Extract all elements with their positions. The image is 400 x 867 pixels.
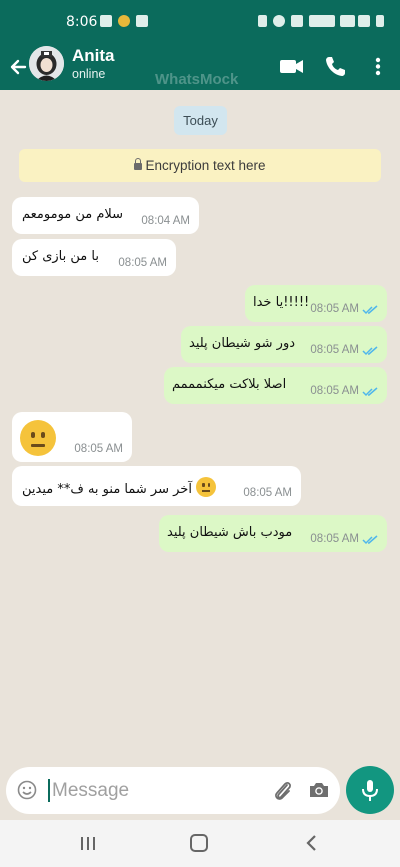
read-ticks-icon	[362, 387, 378, 397]
microphone-icon	[362, 780, 378, 801]
message-time: 08:05 AM	[243, 487, 292, 499]
home-icon[interactable]	[190, 834, 208, 852]
neutral-face-emoji-icon	[20, 420, 56, 456]
volte-icon	[340, 15, 355, 27]
lock-icon	[134, 158, 143, 170]
message-time: 08:05 AM	[310, 303, 359, 315]
gallery-notification-icon	[100, 15, 112, 27]
message-bubble-outgoing[interactable]: اصلا بلاکت میکنمممم 08:05 AM	[164, 367, 387, 404]
message-time: 08:05 AM	[310, 533, 359, 545]
neutral-face-emoji-icon	[196, 477, 217, 497]
read-ticks-icon	[362, 535, 378, 545]
message-text: دور شو شیطان پلید	[189, 336, 296, 351]
back-nav-icon[interactable]	[304, 834, 318, 852]
message-time: 08:05 AM	[310, 344, 359, 356]
message-text-row: آخر سر شما منو به ف** میدین	[22, 477, 217, 497]
message-text: مودب باش شیطان پلید	[167, 525, 293, 540]
paperclip-icon[interactable]	[272, 779, 294, 803]
video-camera-icon[interactable]	[278, 52, 306, 80]
cell-signal-icon	[358, 15, 370, 27]
message-composer[interactable]	[6, 767, 340, 814]
arrow-left-icon[interactable]	[8, 52, 28, 82]
text-cursor	[48, 779, 50, 802]
message-text: با من بازی کن	[22, 249, 99, 264]
system-nav-bar	[0, 820, 400, 867]
status-time: 8:06	[66, 14, 98, 30]
encryption-text: Encryption text here	[145, 158, 266, 173]
chat-header: Anita online WhatsMock	[0, 46, 400, 90]
wifi-signal-icon	[309, 15, 335, 27]
battery-icon	[376, 15, 384, 27]
message-text: سلام من مومومعم	[22, 207, 124, 222]
message-input[interactable]	[52, 777, 262, 804]
encryption-notice[interactable]: Encryption text here	[19, 149, 381, 182]
recent-apps-icon[interactable]	[80, 836, 96, 851]
message-list[interactable]: Today Encryption text here سلام من موموم…	[0, 90, 400, 770]
message-bubble-incoming[interactable]: آخر سر شما منو به ف** میدین 08:05 AM	[12, 466, 301, 506]
contact-avatar[interactable]	[29, 46, 64, 81]
message-time: 08:05 AM	[74, 443, 123, 455]
alarm-icon	[273, 15, 285, 27]
message-text: آخر سر شما منو به ف** میدین	[22, 482, 192, 497]
date-chip: Today	[174, 106, 227, 135]
camera-icon[interactable]	[308, 780, 330, 800]
mute-icon	[291, 15, 303, 27]
message-text: اصلا بلاکت میکنمممم	[172, 377, 287, 392]
more-vertical-icon[interactable]	[364, 52, 392, 80]
read-ticks-icon	[362, 346, 378, 356]
chrome-notification-icon	[118, 15, 130, 27]
message-time: 08:05 AM	[310, 385, 359, 397]
message-bubble-incoming[interactable]: 08:05 AM	[12, 412, 132, 462]
smiley-icon[interactable]	[17, 780, 37, 800]
message-text: یا خدا!!!!!	[253, 295, 310, 310]
message-bubble-incoming[interactable]: با من بازی کن 08:05 AM	[12, 239, 176, 276]
message-bubble-outgoing[interactable]: دور شو شیطان پلید 08:05 AM	[181, 326, 387, 363]
microphone-button[interactable]	[346, 766, 394, 814]
message-bubble-outgoing[interactable]: مودب باش شیطان پلید 08:05 AM	[159, 515, 387, 552]
app-watermark: WhatsMock	[155, 71, 239, 88]
status-bar: 8:06	[0, 0, 400, 46]
avatar-image	[29, 46, 64, 81]
message-bubble-incoming[interactable]: سلام من مومومعم 08:04 AM	[12, 197, 199, 234]
read-ticks-icon	[362, 305, 378, 315]
message-time: 08:05 AM	[118, 257, 167, 269]
phone-icon[interactable]	[322, 52, 350, 80]
battery-saver-icon	[258, 15, 267, 27]
message-bubble-outgoing[interactable]: یا خدا!!!!! 08:05 AM	[245, 285, 387, 322]
app-notification-icon	[136, 15, 148, 27]
contact-status: online	[72, 67, 106, 81]
message-time: 08:04 AM	[141, 215, 190, 227]
contact-name[interactable]: Anita	[72, 46, 115, 66]
